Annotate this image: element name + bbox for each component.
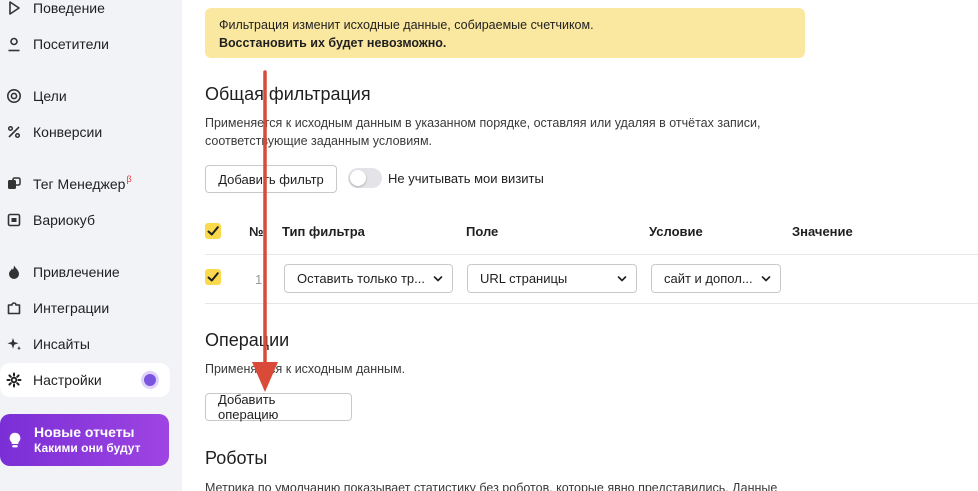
sparkle-icon: [5, 335, 23, 353]
row-checkbox[interactable]: [205, 269, 221, 285]
chevron-down-icon: [761, 276, 771, 282]
sidebar-item-behavior[interactable]: Поведение: [0, 0, 170, 25]
sidebar-item-label: Инсайты: [33, 336, 90, 352]
warning-banner: Фильтрация изменит исходные данные, соби…: [205, 8, 805, 58]
header-num: №: [249, 224, 264, 239]
header-condition: Условие: [649, 224, 703, 239]
sidebar-item-label: Поведение: [33, 0, 105, 16]
puzzle-icon: [5, 299, 23, 317]
promo-subtitle: Какими они будут: [34, 441, 141, 455]
operations-title: Операции: [205, 330, 290, 350]
lightbulb-icon: [6, 431, 24, 449]
warning-text: Фильтрация изменит исходные данные, соби…: [219, 18, 594, 32]
gear-icon: [5, 371, 23, 389]
robots-description: Метрика по умолчанию показывает статисти…: [205, 481, 778, 491]
sidebar-item-label: Привлечение: [33, 264, 120, 280]
target-icon: [5, 87, 23, 105]
select-value: сайт и допол...: [664, 271, 753, 286]
select-value: URL страницы: [480, 271, 568, 286]
chevron-down-icon: [617, 276, 627, 282]
main-content: Фильтрация изменит исходные данные, соби…: [182, 0, 978, 491]
toggle-knob: [350, 170, 366, 186]
check-icon: [207, 272, 219, 282]
sidebar-item-conversions[interactable]: Конверсии: [0, 115, 170, 149]
add-operation-button[interactable]: Добавить операцию: [205, 392, 352, 422]
sidebar-item-insights[interactable]: Инсайты: [0, 327, 170, 361]
check-icon: [207, 226, 219, 236]
beta-badge: β: [126, 173, 132, 184]
row-number: 1: [255, 272, 263, 287]
field-select[interactable]: URL страницы: [467, 264, 637, 293]
sidebar-item-visitors[interactable]: Посетители: [0, 27, 170, 61]
sidebar-item-integrations[interactable]: Интеграции: [0, 291, 170, 325]
sidebar-item-settings[interactable]: Настройки: [0, 363, 170, 397]
row-divider: [205, 303, 978, 304]
select-all-checkbox[interactable]: [205, 223, 221, 239]
header-filter-type: Тип фильтра: [282, 224, 365, 239]
sidebar-item-label: Цели: [33, 88, 67, 104]
select-value: Оставить только тр...: [297, 271, 425, 286]
filters-description: Применяется к исходным данным в указанно…: [205, 116, 761, 148]
warning-text-bold: Восстановить их будет невозможно.: [219, 36, 447, 50]
sidebar-item-tag-manager[interactable]: Тег Менеджер β: [0, 167, 170, 201]
sidebar-item-label: Конверсии: [33, 124, 103, 140]
flame-icon: [5, 263, 23, 281]
header-field: Поле: [466, 224, 499, 239]
sidebar-item-label: Посетители: [33, 36, 109, 52]
sidebar-item-acquisition[interactable]: Привлечение: [0, 255, 170, 289]
promo-title: Новые отчеты: [34, 424, 135, 440]
robots-title: Роботы: [205, 448, 268, 468]
sidebar-item-label: Настройки: [33, 372, 102, 388]
exclude-my-visits-toggle[interactable]: [348, 168, 382, 188]
add-filter-button[interactable]: Добавить фильтр: [205, 165, 337, 193]
notification-dot: [144, 374, 156, 386]
sidebar: Поведение Посетители Цели Конверсии Тег …: [0, 0, 182, 491]
header-value: Значение: [792, 224, 853, 239]
sidebar-item-label: Тег Менеджер: [33, 176, 126, 192]
person-icon: [5, 35, 23, 53]
filter-type-select[interactable]: Оставить только тр...: [284, 264, 453, 293]
filters-title: Общая фильтрация: [205, 84, 371, 104]
table-divider: [205, 254, 978, 255]
sidebar-item-variocube[interactable]: Вариокуб: [0, 203, 170, 237]
sidebar-item-label: Вариокуб: [33, 212, 95, 228]
percent-icon: [5, 123, 23, 141]
sidebar-item-goals[interactable]: Цели: [0, 79, 170, 113]
toggle-label: Не учитывать мои визиты: [388, 171, 544, 186]
sidebar-item-label: Интеграции: [33, 300, 110, 316]
operations-description: Применяется к исходным данным.: [205, 362, 406, 376]
tag-manager-icon: [5, 175, 23, 193]
condition-select[interactable]: сайт и допол...: [651, 264, 781, 293]
chevron-down-icon: [433, 276, 443, 282]
play-icon: [5, 0, 23, 17]
cube-icon: [5, 211, 23, 229]
promo-new-reports[interactable]: Новые отчеты Какими они будут: [0, 414, 169, 466]
